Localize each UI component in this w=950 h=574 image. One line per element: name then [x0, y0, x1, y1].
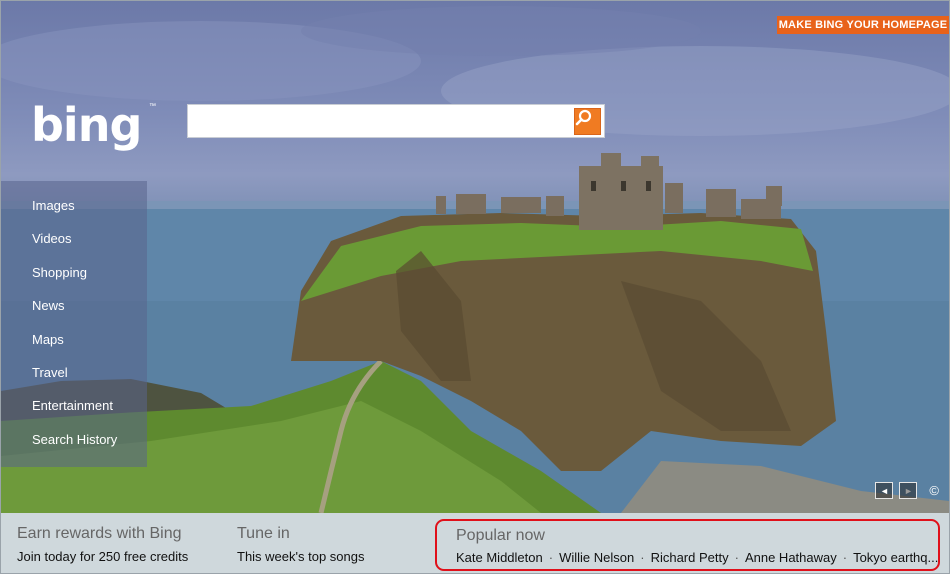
- tune-in-section: Tune in This week's top songs: [237, 525, 365, 564]
- photo-controls: ◄ ► ©: [875, 482, 939, 499]
- bing-homepage: MAKE BING YOUR HOMEPAGE bing ™ Images Vi…: [0, 0, 950, 574]
- rewards-heading[interactable]: Earn rewards with Bing: [17, 525, 188, 543]
- next-image-button[interactable]: ►: [899, 482, 918, 499]
- nav-item-videos[interactable]: Videos: [1, 222, 147, 255]
- background-photo: MAKE BING YOUR HOMEPAGE bing ™ Images Vi…: [1, 1, 949, 513]
- search-input[interactable]: [190, 107, 570, 135]
- triangle-right-icon: ►: [903, 485, 913, 496]
- popular-item[interactable]: Anne Hathaway: [745, 550, 837, 565]
- nav-item-search-history[interactable]: Search History: [1, 423, 147, 456]
- popular-item[interactable]: Kate Middleton: [456, 550, 543, 565]
- trademark-symbol: ™: [149, 103, 156, 110]
- separator: ·: [734, 550, 739, 565]
- top-songs-link[interactable]: This week's top songs: [237, 549, 365, 564]
- triangle-left-icon: ◄: [879, 485, 889, 496]
- nav-item-entertainment[interactable]: Entertainment: [1, 389, 147, 422]
- popular-now-list: Kate Middleton · Willie Nelson · Richard Pet…: [456, 550, 938, 565]
- copyright-icon[interactable]: ©: [929, 483, 939, 498]
- popular-item[interactable]: Willie Nelson: [559, 550, 634, 565]
- tune-in-heading[interactable]: Tune in: [237, 525, 365, 543]
- make-homepage-button[interactable]: MAKE BING YOUR HOMEPAGE: [777, 16, 949, 34]
- rewards-link[interactable]: Join today for 250 free credits: [17, 549, 188, 564]
- popular-now-heading: Popular now: [456, 527, 545, 544]
- search-button[interactable]: [574, 108, 601, 135]
- footer-bar: Earn rewards with Bing Join today for 25…: [1, 513, 949, 573]
- separator: ·: [842, 550, 848, 565]
- separator: ·: [548, 550, 554, 565]
- separator: ·: [640, 550, 645, 565]
- nav-item-news[interactable]: News: [1, 289, 147, 322]
- rewards-section: Earn rewards with Bing Join today for 25…: [17, 525, 188, 564]
- vertical-nav: Images Videos Shopping News Maps Travel …: [1, 181, 147, 467]
- bing-logo[interactable]: bing ™: [31, 97, 161, 153]
- nav-item-images[interactable]: Images: [1, 189, 147, 222]
- nav-item-travel[interactable]: Travel: [1, 356, 147, 389]
- popular-now-section: Popular now Kate Middleton · Willie Nelson…: [435, 519, 940, 571]
- nav-item-shopping[interactable]: Shopping: [1, 256, 147, 289]
- nav-item-maps[interactable]: Maps: [1, 323, 147, 356]
- logo-text: bing: [31, 98, 142, 152]
- search-box: [187, 104, 605, 138]
- popular-item[interactable]: Richard Petty: [651, 550, 729, 565]
- previous-image-button[interactable]: ◄: [875, 482, 894, 499]
- search-icon: [575, 109, 592, 126]
- popular-item[interactable]: Tokyo earthq...: [853, 550, 938, 565]
